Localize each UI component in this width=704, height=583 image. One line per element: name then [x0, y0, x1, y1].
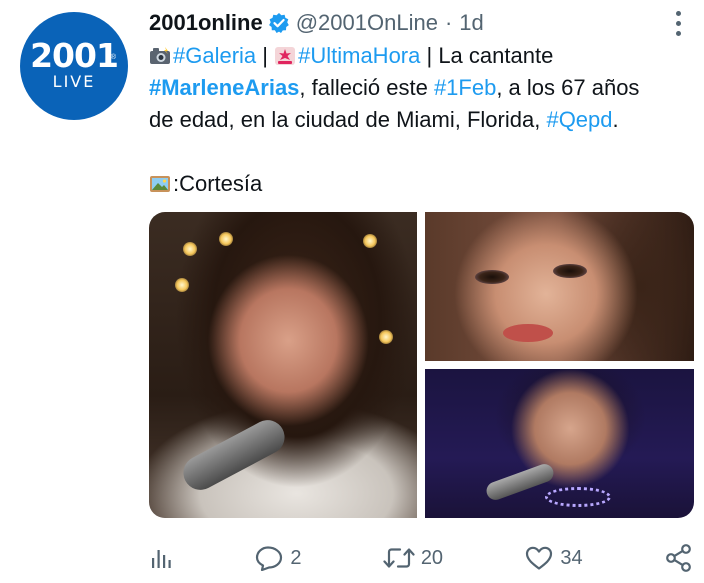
share-icon: [664, 543, 694, 573]
like-count: 34: [560, 546, 583, 569]
text-period: .: [612, 107, 619, 132]
retweet-button[interactable]: 20: [383, 536, 443, 580]
camera-flash-icon: [149, 43, 171, 64]
share-button[interactable]: [664, 536, 694, 580]
police-light-icon: [274, 43, 296, 65]
photo-singer-performance[interactable]: [425, 369, 694, 518]
tweet-actions: 2 20 34: [149, 536, 694, 580]
tweet-text-line-3: de edad, en la ciudad de Miami, Florida,…: [149, 104, 694, 136]
analytics-button[interactable]: [149, 536, 173, 580]
tweet-text-line-1: #Galeria | #UltimaHora | La cantante: [149, 40, 694, 72]
tweet-header: 2001online @2001OnLine · 1d: [149, 6, 484, 40]
text-separator: |: [256, 43, 275, 68]
hashtag-ultimahora[interactable]: #UltimaHora: [298, 43, 420, 68]
hashtag-qepd[interactable]: #Qepd: [546, 107, 612, 132]
tweet-timestamp[interactable]: 1d: [459, 10, 483, 36]
verified-badge-icon: [268, 12, 290, 34]
media-grid: [149, 212, 694, 518]
hashtag-galeria[interactable]: #Galeria: [173, 43, 256, 68]
photo-singer-portrait[interactable]: [425, 212, 694, 361]
analytics-icon: [149, 546, 173, 570]
hashtag-marlenearias[interactable]: #MarleneArias: [149, 75, 299, 100]
framed-picture-icon: [149, 171, 171, 192]
tweet-text-line-2: #MarleneArias, falleció este #1Feb, a lo…: [149, 72, 694, 104]
retweet-icon: [383, 545, 415, 571]
avatar-logo-live: LIVE: [52, 71, 96, 91]
tweet-text: #Galeria | #UltimaHora | La cantante #Ma…: [149, 40, 694, 200]
like-button[interactable]: 34: [524, 536, 583, 580]
tweet-text-blank: [149, 136, 694, 168]
hashtag-1feb[interactable]: #1Feb: [434, 75, 496, 100]
author-name[interactable]: 2001online: [149, 10, 263, 36]
header-separator: ·: [444, 10, 453, 35]
tweet-text-credit: :Cortesía: [149, 168, 694, 200]
reply-icon: [254, 545, 284, 571]
author-handle[interactable]: @2001OnLine: [296, 10, 438, 36]
retweet-count: 20: [420, 546, 444, 569]
text-intro: | La cantante: [420, 43, 554, 68]
text-middle-1: , falleció este: [299, 75, 434, 100]
reply-count: 2: [290, 546, 302, 569]
text-location: de edad, en la ciudad de Miami, Florida,: [149, 107, 547, 132]
avatar-registered-mark: ®: [110, 54, 116, 61]
avatar-logo-number: 2001: [30, 35, 119, 75]
avatar[interactable]: 2001 LIVE ®: [20, 12, 128, 120]
credit-text: :Cortesía: [173, 171, 263, 196]
heart-icon: [524, 545, 554, 571]
photo-singer-stage[interactable]: [149, 212, 417, 518]
reply-button[interactable]: 2: [254, 536, 301, 580]
more-options-icon[interactable]: [668, 8, 688, 38]
text-middle-2: , a los 67 años: [496, 75, 640, 100]
